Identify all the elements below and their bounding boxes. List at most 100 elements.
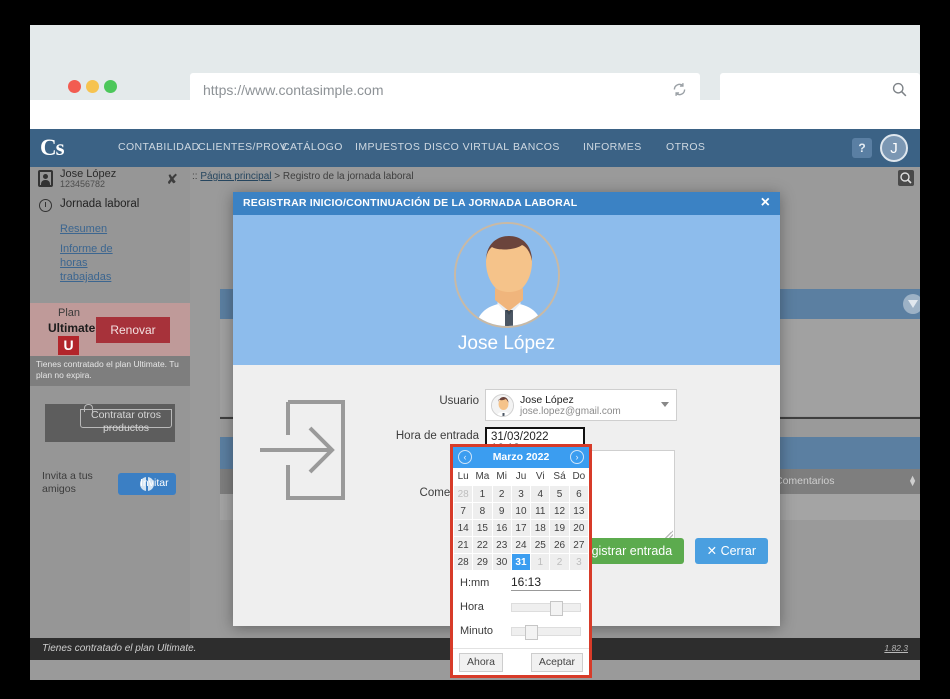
calendar-day[interactable]: 2 (491, 485, 512, 503)
calendar-day[interactable]: 27 (568, 536, 589, 554)
window-controls[interactable] (68, 80, 122, 98)
user-select[interactable]: Jose López jose.lopez@gmail.com (485, 389, 677, 421)
hour-label: Hora (460, 601, 484, 613)
breadcrumb-current: Registro de la jornada laboral (282, 171, 414, 182)
calendar-day[interactable]: 15 (472, 519, 493, 537)
invite-button[interactable]: Invitar (118, 473, 176, 495)
sidebar-item-informe-horas[interactable]: Informe de horas trabajadas (30, 239, 140, 287)
calendar-day[interactable]: 18 (530, 519, 551, 537)
calendar-day[interactable]: 13 (568, 502, 589, 520)
time-value[interactable]: 16:13 (511, 575, 581, 591)
hour-slider-knob[interactable] (550, 601, 564, 616)
calendar-day[interactable]: 23 (491, 536, 512, 554)
calendar-day[interactable]: 25 (530, 536, 551, 554)
calendar-weekday: Do (572, 471, 586, 482)
calendar-day[interactable]: 9 (491, 502, 512, 520)
nav-item-otros[interactable]: OTROS (666, 141, 705, 153)
calendar-day[interactable]: 17 (510, 519, 532, 537)
time-value-row: H:mm 16:13 (453, 575, 589, 595)
cancel-button[interactable]: ✕ Cerrar (694, 538, 768, 564)
nav-item-informes[interactable]: INFORMES (583, 141, 642, 153)
calendar-weekday: Mi (496, 471, 507, 482)
footer-version[interactable]: 1.82.3 (884, 643, 908, 653)
calendar-day[interactable]: 20 (568, 519, 589, 537)
close-icon[interactable]: × (761, 194, 770, 212)
calendar-day[interactable]: 5 (549, 485, 570, 503)
calendar-day[interactable]: 28 (453, 553, 474, 571)
nav-item-contabilidad[interactable]: CONTABILIDAD (118, 141, 200, 153)
datetime-picker-highlight: ‹ Marzo 2022 › Lu Ma Mi Ju Vi Sá Do 28 1 2 3 4 5 6 7 8… (450, 444, 592, 678)
renew-button[interactable]: Renovar (96, 317, 170, 343)
close-window-dot[interactable] (68, 80, 81, 93)
calendar-day[interactable]: 30 (491, 553, 512, 571)
browser-search-field[interactable] (720, 73, 920, 107)
nav-item-impuestos[interactable]: IMPUESTOS (355, 141, 420, 153)
chevron-down-icon[interactable] (661, 402, 669, 407)
calendar-day[interactable]: 2 (549, 553, 570, 571)
calendar-day[interactable]: 8 (472, 502, 493, 520)
calendar-day[interactable]: 26 (549, 536, 570, 554)
search-icon[interactable] (891, 81, 908, 98)
calendar-week-row: 28 1 2 3 4 5 6 (453, 485, 589, 503)
help-icon[interactable]: ? (852, 138, 872, 158)
calendar-day[interactable]: 7 (453, 502, 474, 520)
calendar-day[interactable]: 3 (510, 485, 532, 503)
calendar-day[interactable]: 28 (453, 485, 474, 503)
breadcrumb-home-link[interactable]: Página principal (200, 171, 271, 182)
nav-item-disco-virtual[interactable]: DISCO VIRTUAL (424, 141, 510, 153)
nav-item-catalogo[interactable]: CATÁLOGO (282, 141, 343, 153)
now-button[interactable]: Ahora (459, 653, 504, 672)
user-avatar[interactable]: J (880, 134, 908, 162)
plan-badge: U (58, 336, 79, 355)
nav-item-clientes-prov[interactable]: CLIENTES/PROV. (198, 141, 290, 153)
calendar-day[interactable]: 14 (453, 519, 474, 537)
sidebar-user[interactable]: Jose López 123456782 ✘ (30, 167, 190, 191)
calendar-day[interactable]: 6 (568, 485, 589, 503)
sidebar-section-jornada-laboral[interactable]: Jornada laboral (30, 191, 190, 219)
app-logo[interactable]: Cs (40, 135, 76, 161)
calendar-day[interactable]: 12 (549, 502, 570, 520)
login-door-icon (258, 390, 368, 510)
plan-box: Plan Ultimate U Renovar (30, 303, 190, 356)
footer-plan-text: Tienes contratado el plan Ultimate. (42, 643, 197, 654)
calendar-day[interactable]: 1 (472, 485, 493, 503)
reload-icon[interactable] (671, 81, 688, 98)
modal-hero-name: Jose López (457, 333, 556, 354)
calendar-day[interactable]: 11 (530, 502, 551, 520)
calendar-weekday: Ma (475, 471, 490, 482)
calendar-day[interactable]: 24 (510, 536, 532, 554)
user-icon (38, 170, 53, 187)
calendar-weekday: Vi (535, 471, 545, 482)
accept-button[interactable]: Aceptar (530, 653, 583, 672)
contract-other-products-button[interactable]: Contratar otros productos (45, 404, 175, 442)
minimize-window-dot[interactable] (86, 80, 99, 93)
calendar-day[interactable]: 21 (453, 536, 474, 554)
time-label: H:mm (460, 577, 490, 589)
collapse-icon[interactable]: ✘ (166, 171, 178, 188)
resize-handle-icon[interactable] (665, 530, 673, 538)
breadcrumb: :: Página principal > Registro de la jor… (192, 171, 414, 182)
minute-slider[interactable] (511, 625, 581, 640)
calendar-day[interactable]: 1 (530, 553, 551, 571)
filter-icon[interactable] (903, 294, 920, 314)
calendar-day[interactable]: 22 (472, 536, 493, 554)
calendar-day[interactable]: 4 (530, 485, 551, 503)
calendar-day[interactable]: 10 (510, 502, 532, 520)
maximize-window-dot[interactable] (104, 80, 117, 93)
calendar-day[interactable]: 3 (568, 553, 589, 571)
next-month-icon[interactable]: › (570, 450, 584, 464)
calendar-day[interactable]: 29 (472, 553, 493, 571)
calendar-day[interactable]: 19 (549, 519, 570, 537)
nav-item-bancos[interactable]: BANCOS (513, 141, 560, 153)
minute-slider-knob[interactable] (524, 625, 538, 640)
calendar-day[interactable]: 31 (510, 553, 532, 571)
user-select-avatar (491, 394, 514, 417)
sort-icon[interactable]: ▲ ▼ (908, 474, 917, 488)
page-search-icon[interactable] (898, 170, 914, 186)
sidebar-item-resumen[interactable]: Resumen (30, 219, 190, 239)
hour-slider[interactable] (511, 601, 581, 616)
address-bar[interactable]: https://www.contasimple.com (190, 73, 700, 107)
calendar-weekday: Ju (515, 471, 527, 482)
calendar-day[interactable]: 16 (491, 519, 512, 537)
calendar-week-row: 21 22 23 24 25 26 27 (453, 536, 589, 554)
